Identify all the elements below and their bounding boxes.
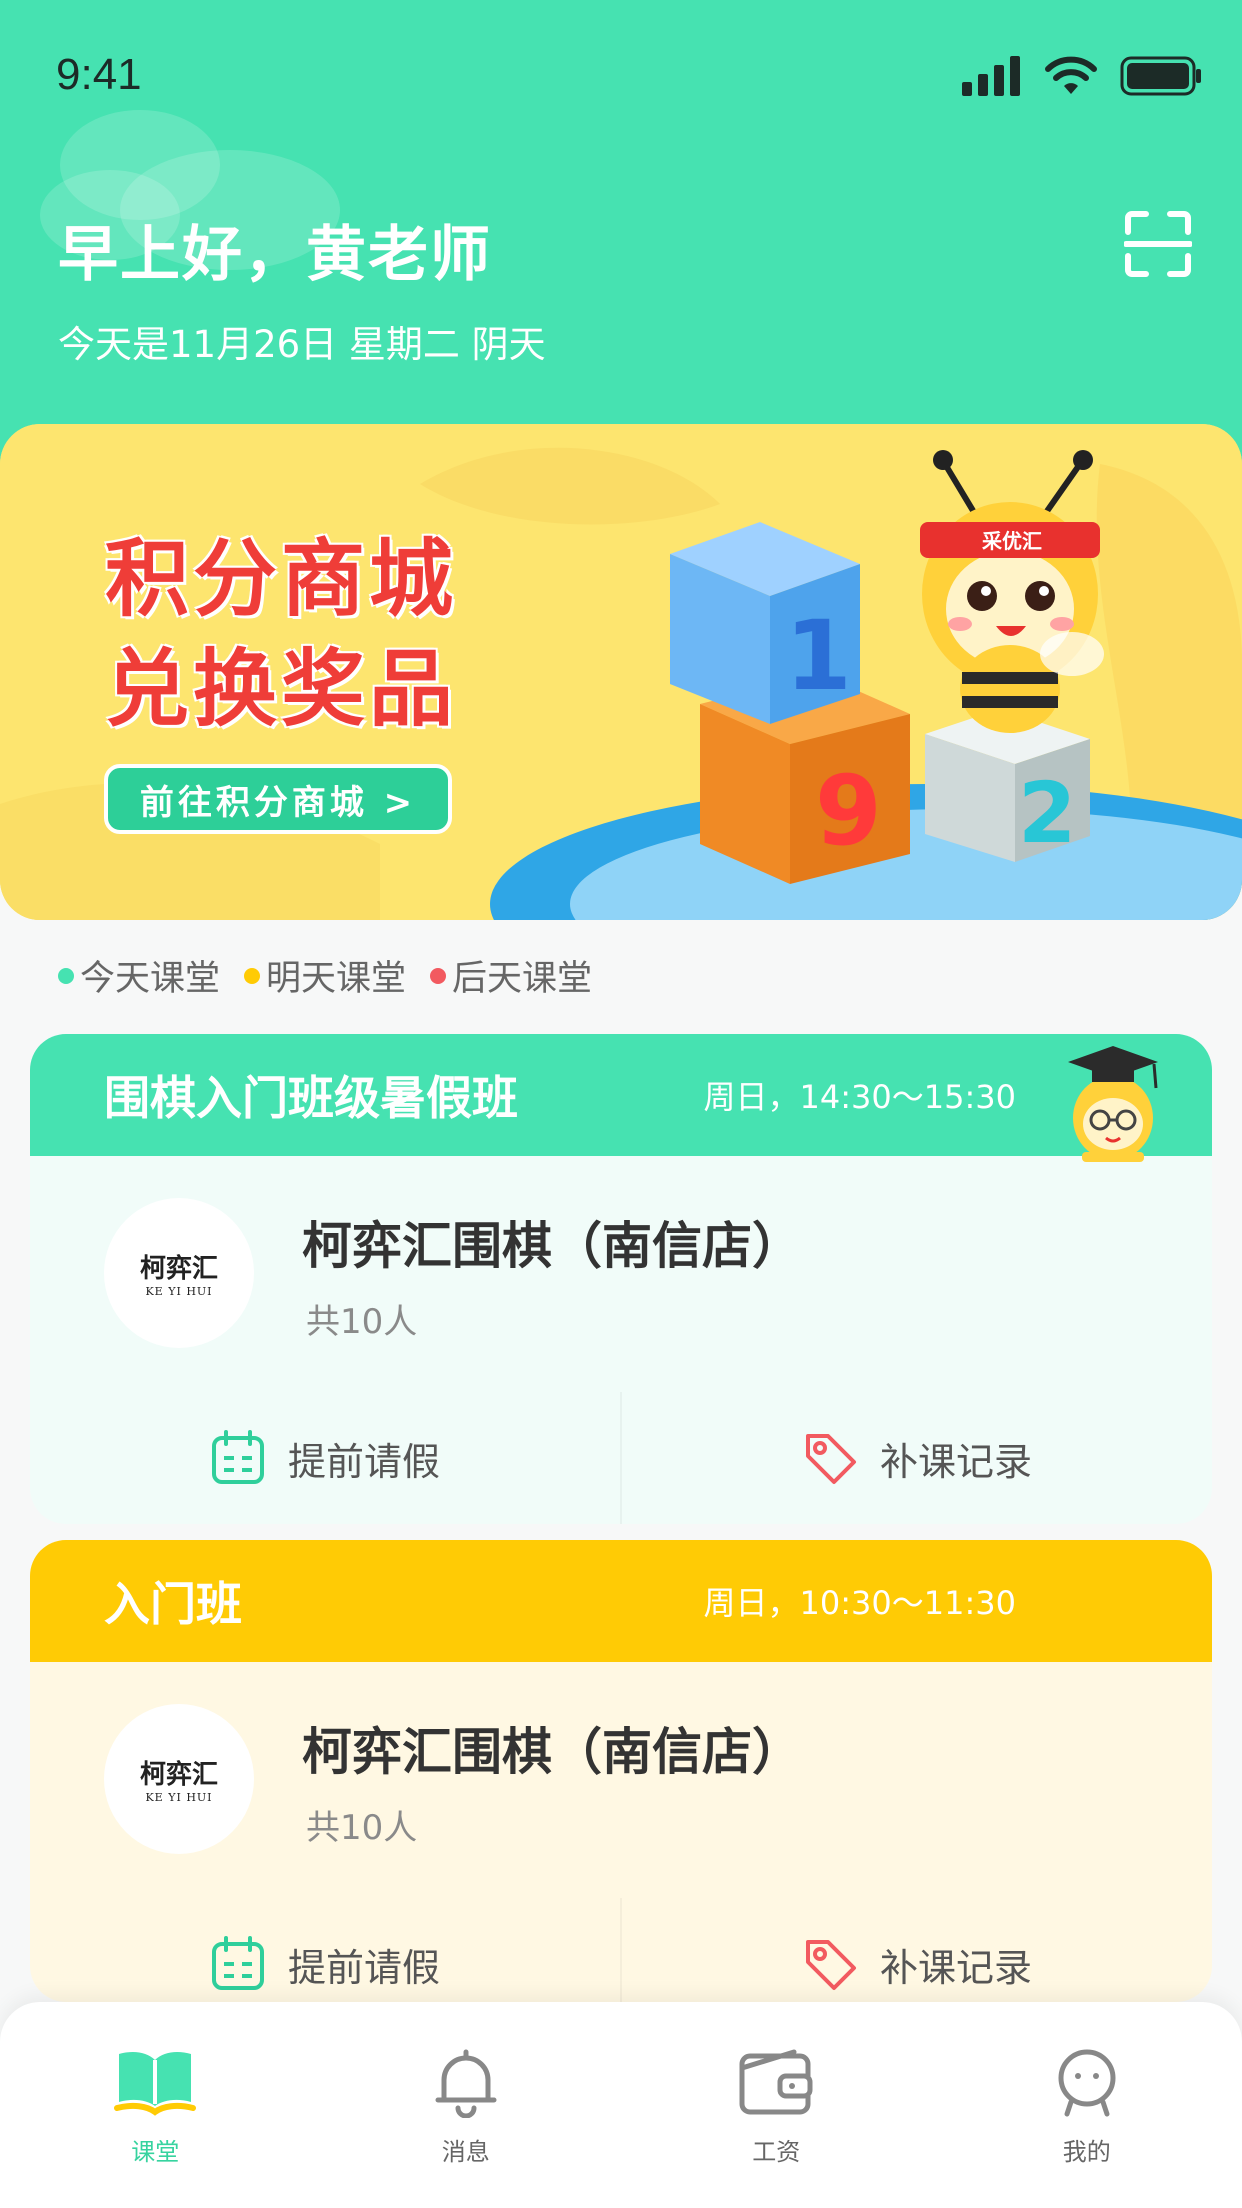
school-logo-subtext: KE YI HUI	[145, 1285, 213, 1298]
bottom-tab-bar: 课堂 消息 工资 我的	[0, 2002, 1242, 2208]
date-weather: 今天是11月26日 星期二 阴天	[58, 323, 546, 366]
tab-messages[interactable]: 消息	[311, 2002, 622, 2208]
graduate-bee-icon	[1068, 1046, 1158, 1162]
makeup-record-label: 补课记录	[879, 1945, 1032, 1990]
mascot-headband-text: 采优汇	[982, 529, 1042, 553]
student-count: 共10人	[306, 1808, 418, 1848]
class-title: 入门班	[104, 1577, 242, 1631]
school-logo: 柯弈汇 KE YI HUI	[104, 1704, 254, 1854]
signal-icon	[962, 56, 1020, 96]
school-name: 柯弈汇围棋（南信店）	[302, 1217, 802, 1275]
class-card-header: 入门班 周日，10:30～11:30	[30, 1540, 1212, 1662]
class-time: 周日，10:30～11:30	[703, 1584, 1016, 1622]
status-time: 9:41	[56, 50, 142, 99]
greeting: 早上好，黄老师	[58, 220, 492, 290]
legend-dot-tomorrow	[244, 967, 261, 984]
banner-title-line1: 积分商城	[105, 530, 458, 628]
status-icons	[962, 56, 1202, 96]
tab-salary-label: 工资	[752, 2138, 801, 2166]
tag-icon	[805, 1940, 856, 1990]
class-day-legend: 今天课堂 明天课堂 后天课堂	[58, 950, 592, 1001]
bee-mascot: 采优汇	[920, 450, 1104, 733]
battery-icon	[1120, 56, 1201, 96]
legend-today: 今天课堂	[58, 950, 220, 1001]
calendar-icon	[211, 1936, 264, 1990]
legend-label-today: 今天课堂	[80, 959, 221, 999]
school-logo-text: 柯弈汇	[139, 1254, 218, 1284]
school-logo-subtext: KE YI HUI	[145, 1791, 213, 1804]
makeup-record-label: 补课记录	[879, 1439, 1032, 1484]
student-count: 共10人	[306, 1302, 418, 1342]
class-card[interactable]: 围棋入门班级暑假班 周日，14:30～15:30 柯弈汇 KE YI HUI 柯…	[30, 1034, 1212, 1524]
legend-dot-today	[58, 967, 74, 984]
tab-messages-label: 消息	[441, 2138, 490, 2166]
request-leave-button[interactable]: 提前请假	[30, 1392, 620, 1524]
legend-tomorrow: 明天课堂	[244, 950, 406, 1001]
makeup-record-button[interactable]: 补课记录	[620, 1392, 1212, 1524]
block-1-label: 1	[785, 600, 852, 712]
block-9-label: 9	[815, 755, 882, 867]
makeup-record-button[interactable]: 补课记录	[620, 1898, 1212, 2002]
points-mall-banner[interactable]: 9 1 2 采优汇 积分商城 兑换奖品 前往积分商城 >	[0, 424, 1242, 920]
legend-label-tomorrow: 明天课堂	[266, 959, 407, 999]
banner-title-line2: 兑换奖品	[105, 640, 458, 738]
tab-profile[interactable]: 我的	[932, 2002, 1242, 2208]
legend-day-after: 后天课堂	[430, 950, 592, 1001]
class-card-actions: 提前请假 补课记录	[30, 1392, 1212, 1524]
tab-classroom[interactable]: 课堂	[0, 2002, 311, 2208]
profile-icon	[1058, 2049, 1116, 2117]
book-icon	[114, 2052, 197, 2116]
class-time: 周日，14:30～15:30	[703, 1078, 1016, 1116]
wifi-icon	[1045, 56, 1097, 94]
go-to-points-mall-button[interactable]: 前往积分商城 >	[104, 764, 452, 834]
class-card-actions: 提前请假 补课记录	[30, 1898, 1212, 2002]
tab-salary[interactable]: 工资	[621, 2002, 932, 2208]
school-logo: 柯弈汇 KE YI HUI	[104, 1198, 254, 1348]
block-2-label: 2	[1018, 764, 1076, 862]
request-leave-button[interactable]: 提前请假	[30, 1898, 620, 2002]
scan-icon[interactable]	[1124, 210, 1192, 278]
class-card-body: 柯弈汇 KE YI HUI 柯弈汇围棋（南信店） 共10人 提前请假 补课记录	[30, 1156, 1212, 1524]
class-title: 围棋入门班级暑假班	[104, 1071, 518, 1125]
school-name: 柯弈汇围棋（南信店）	[302, 1723, 802, 1781]
request-leave-label: 提前请假	[287, 1439, 440, 1484]
class-card-header: 围棋入门班级暑假班 周日，14:30～15:30	[30, 1034, 1212, 1156]
legend-label-day-after: 后天课堂	[452, 959, 593, 999]
wallet-icon	[739, 2049, 813, 2115]
tab-profile-label: 我的	[1062, 2138, 1111, 2166]
banner-title: 积分商城 兑换奖品	[105, 524, 457, 744]
legend-dot-day-after	[430, 967, 447, 984]
calendar-icon	[211, 1430, 264, 1484]
bell-icon	[435, 2049, 497, 2118]
header: 9:41 早上好，黄老师 今天是11月26日 星期二 阴天	[0, 0, 1242, 480]
request-leave-label: 提前请假	[287, 1945, 440, 1990]
school-logo-text: 柯弈汇	[139, 1760, 218, 1790]
tag-icon	[805, 1434, 856, 1484]
class-card[interactable]: 入门班 周日，10:30～11:30 柯弈汇 KE YI HUI 柯弈汇围棋（南…	[30, 1540, 1212, 2002]
class-card-body: 柯弈汇 KE YI HUI 柯弈汇围棋（南信店） 共10人 提前请假 补课记录	[30, 1662, 1212, 2002]
tab-classroom-label: 课堂	[131, 2138, 180, 2166]
